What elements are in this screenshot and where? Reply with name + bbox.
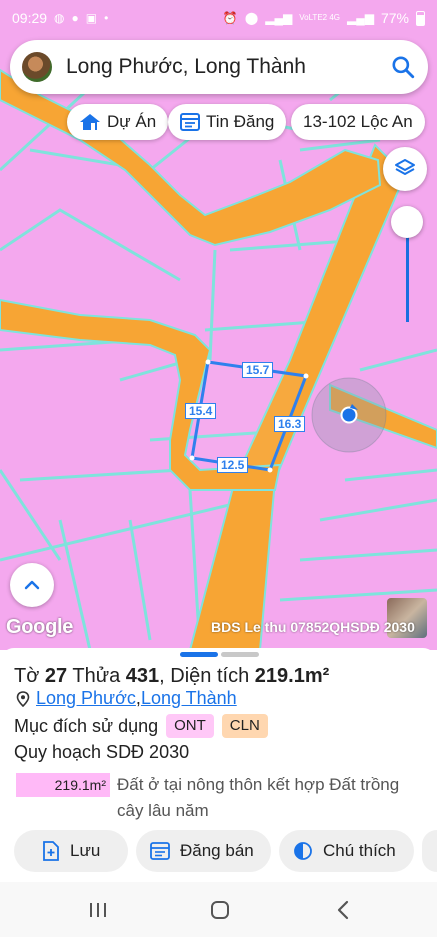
home-icon <box>211 901 229 919</box>
contrast-icon <box>294 842 312 860</box>
district-link[interactable]: Long Thành <box>141 688 237 709</box>
map-view[interactable]: 15.7 15.4 16.3 12.5 <box>0 0 437 650</box>
chip-tin-dang-label: Tin Đăng <box>206 112 275 131</box>
listing-icon <box>150 842 170 860</box>
search-input[interactable]: Long Phước, Long Thành <box>66 55 390 79</box>
map-watermark: BDS Le thu 07852QHSDĐ 2030 <box>211 619 415 635</box>
parcel-title: Tờ 27 Thửa 431, Diện tích 219.1m² <box>14 665 330 687</box>
legend-button[interactable]: Chú thích <box>279 830 414 872</box>
post-for-sale-label: Đăng bán <box>180 841 254 860</box>
parcel-edge-label-right: 16.3 <box>274 416 306 432</box>
home-button[interactable] <box>206 896 234 924</box>
layers-button[interactable] <box>383 147 427 191</box>
expand-up-button[interactable] <box>10 563 54 607</box>
back-chevron-icon <box>337 900 349 920</box>
more-actions-button[interactable] <box>422 830 437 872</box>
plan-label: Quy hoạch SDĐ 2030 <box>14 742 190 762</box>
save-file-icon <box>43 841 59 861</box>
save-button-label: Lưu <box>70 841 101 860</box>
chip-du-an-label: Dự Án <box>107 112 157 131</box>
parcel-edge-label-bottom: 12.5 <box>217 457 249 473</box>
purpose-badge-cln: CLN <box>221 714 268 738</box>
search-bar[interactable]: Long Phước, Long Thành <box>10 40 428 94</box>
signal-1-icon: ▂▄▆ <box>265 11 293 25</box>
search-icon[interactable] <box>390 54 416 80</box>
chip-location[interactable]: 13-102 Lộc An <box>291 104 425 140</box>
plan-layer-label: QHSDĐ 2030 <box>329 619 415 635</box>
status-bar: 09:29 ◍ ● ▣ • ⏰ ⬤ ▂▄▆ VoLTE2 4G ▂▄▆ 77% <box>0 0 437 36</box>
layers-icon <box>395 159 415 175</box>
gallery-notification-icon: ▣ <box>85 11 98 25</box>
filter-chips: Dự Án Tin Đăng 13-102 Lộc An <box>0 104 437 140</box>
area-value-box: 219.1m² <box>16 773 110 797</box>
clock: 09:29 <box>12 10 48 26</box>
app-notification-icon: ◍ <box>54 11 65 25</box>
network-type: VoLTE2 4G <box>299 13 340 22</box>
area-description: Đất ở tại nông thôn kết hợp Đất trồng câ… <box>117 775 400 820</box>
system-nav-bar <box>0 882 437 937</box>
save-button[interactable]: Lưu <box>14 830 128 872</box>
more-notifications-icon: • <box>104 11 109 25</box>
project-icon <box>80 114 100 130</box>
chevron-up-icon <box>24 580 40 590</box>
map-canvas[interactable] <box>0 0 437 650</box>
alarm-icon: ⏰ <box>222 11 238 25</box>
action-buttons: Lưu Đăng bán Chú thích <box>0 830 437 872</box>
parcel-location: Long Phước, Long Thành <box>16 688 237 709</box>
battery-icon <box>416 10 425 26</box>
land-purpose-row: Mục đích sử dụng ONT CLN <box>14 714 268 738</box>
ward-link[interactable]: Long Phước <box>36 688 136 709</box>
sheet-handle-inactive[interactable] <box>221 652 259 657</box>
chip-tin-dang[interactable]: Tin Đăng <box>168 104 287 140</box>
chat-notification-icon: ● <box>71 11 79 25</box>
sheet-handle-active[interactable] <box>180 652 218 657</box>
parcel-edge-label-left: 15.4 <box>185 403 217 419</box>
opacity-slider-thumb[interactable] <box>391 206 423 238</box>
purpose-badge-ont: ONT <box>166 714 214 738</box>
google-logo: Google <box>6 616 74 638</box>
map-pin-icon <box>16 690 30 707</box>
chip-location-label: 13-102 Lộc An <box>303 112 413 131</box>
signal-2-icon: ▂▄▆ <box>347 11 374 25</box>
legend-button-label: Chú thích <box>323 841 396 860</box>
parcel-edge-label-top: 15.7 <box>242 362 274 378</box>
location-pin-icon: ⬤ <box>244 11 259 25</box>
land-purpose-label: Mục đích sử dụng <box>14 715 159 736</box>
recent-apps-button[interactable] <box>84 896 112 924</box>
post-for-sale-button[interactable]: Đăng bán <box>136 830 271 872</box>
listing-icon <box>180 113 200 131</box>
recent-apps-icon <box>90 903 106 917</box>
battery-percent: 77% <box>380 10 409 26</box>
back-button[interactable] <box>329 896 357 924</box>
chip-du-an[interactable]: Dự Án <box>67 104 169 140</box>
avatar[interactable] <box>22 52 52 82</box>
parcel-info-sheet[interactable]: Tờ 27 Thửa 431, Diện tích 219.1m² Long P… <box>0 648 437 882</box>
current-location-dot[interactable] <box>340 406 358 424</box>
